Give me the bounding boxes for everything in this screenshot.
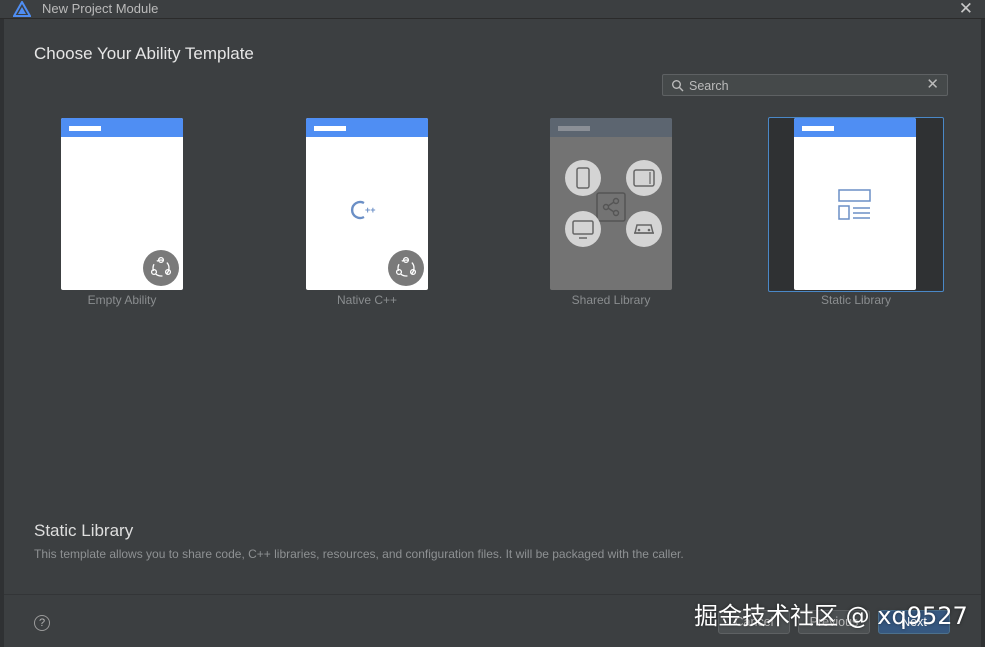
preview-header-bar: [306, 118, 428, 137]
search-icon: [672, 80, 684, 92]
preview-header-bar: [550, 118, 672, 137]
window-close-button[interactable]: ✕: [959, 0, 973, 18]
description-title: Static Library: [34, 521, 134, 540]
frame-left: [0, 19, 4, 647]
svg-text:++: ++: [365, 205, 376, 215]
description-text: This template allows you to share code, …: [34, 547, 684, 561]
car-icon: [626, 211, 662, 247]
template-preview: [61, 118, 183, 290]
template-preview: ++: [306, 118, 428, 290]
template-preview: [550, 118, 672, 290]
help-icon[interactable]: ?: [34, 615, 50, 631]
template-native-cpp[interactable]: ++ Native C++: [303, 117, 481, 313]
preview-header-bar: [794, 118, 916, 137]
tablet-icon: [626, 160, 662, 196]
phone-icon: [565, 160, 601, 196]
app-logo-icon: [13, 1, 31, 17]
tv-icon: [565, 211, 601, 247]
layout-icon: [838, 189, 871, 220]
template-shared-library[interactable]: Shared Library: [547, 117, 725, 313]
title-bar: New Project Module ✕: [0, 0, 985, 18]
template-empty-ability[interactable]: Empty Ability: [58, 117, 236, 313]
template-label: Shared Library: [571, 293, 651, 307]
window-title: New Project Module: [42, 1, 159, 16]
title-divider: [0, 18, 985, 19]
footer-divider: [4, 594, 981, 595]
preview-header-bar: [61, 118, 183, 137]
template-label: Static Library: [820, 293, 892, 307]
template-label: Native C++: [336, 293, 398, 307]
search-input[interactable]: [687, 77, 921, 95]
template-label: Empty Ability: [87, 293, 157, 307]
search-clear-button[interactable]: ✕: [926, 76, 939, 94]
template-preview: [794, 118, 916, 290]
search-box[interactable]: ✕: [662, 74, 948, 96]
frame-right: [981, 19, 985, 647]
cpp-icon: ++: [351, 200, 376, 220]
ability-badge-icon: [143, 250, 179, 286]
template-static-library[interactable]: Static Library: [768, 117, 946, 313]
ability-badge-icon: [388, 250, 424, 286]
watermark: 掘金技术社区 @ xq9527: [694, 602, 968, 630]
page-title: Choose Your Ability Template: [34, 44, 254, 63]
